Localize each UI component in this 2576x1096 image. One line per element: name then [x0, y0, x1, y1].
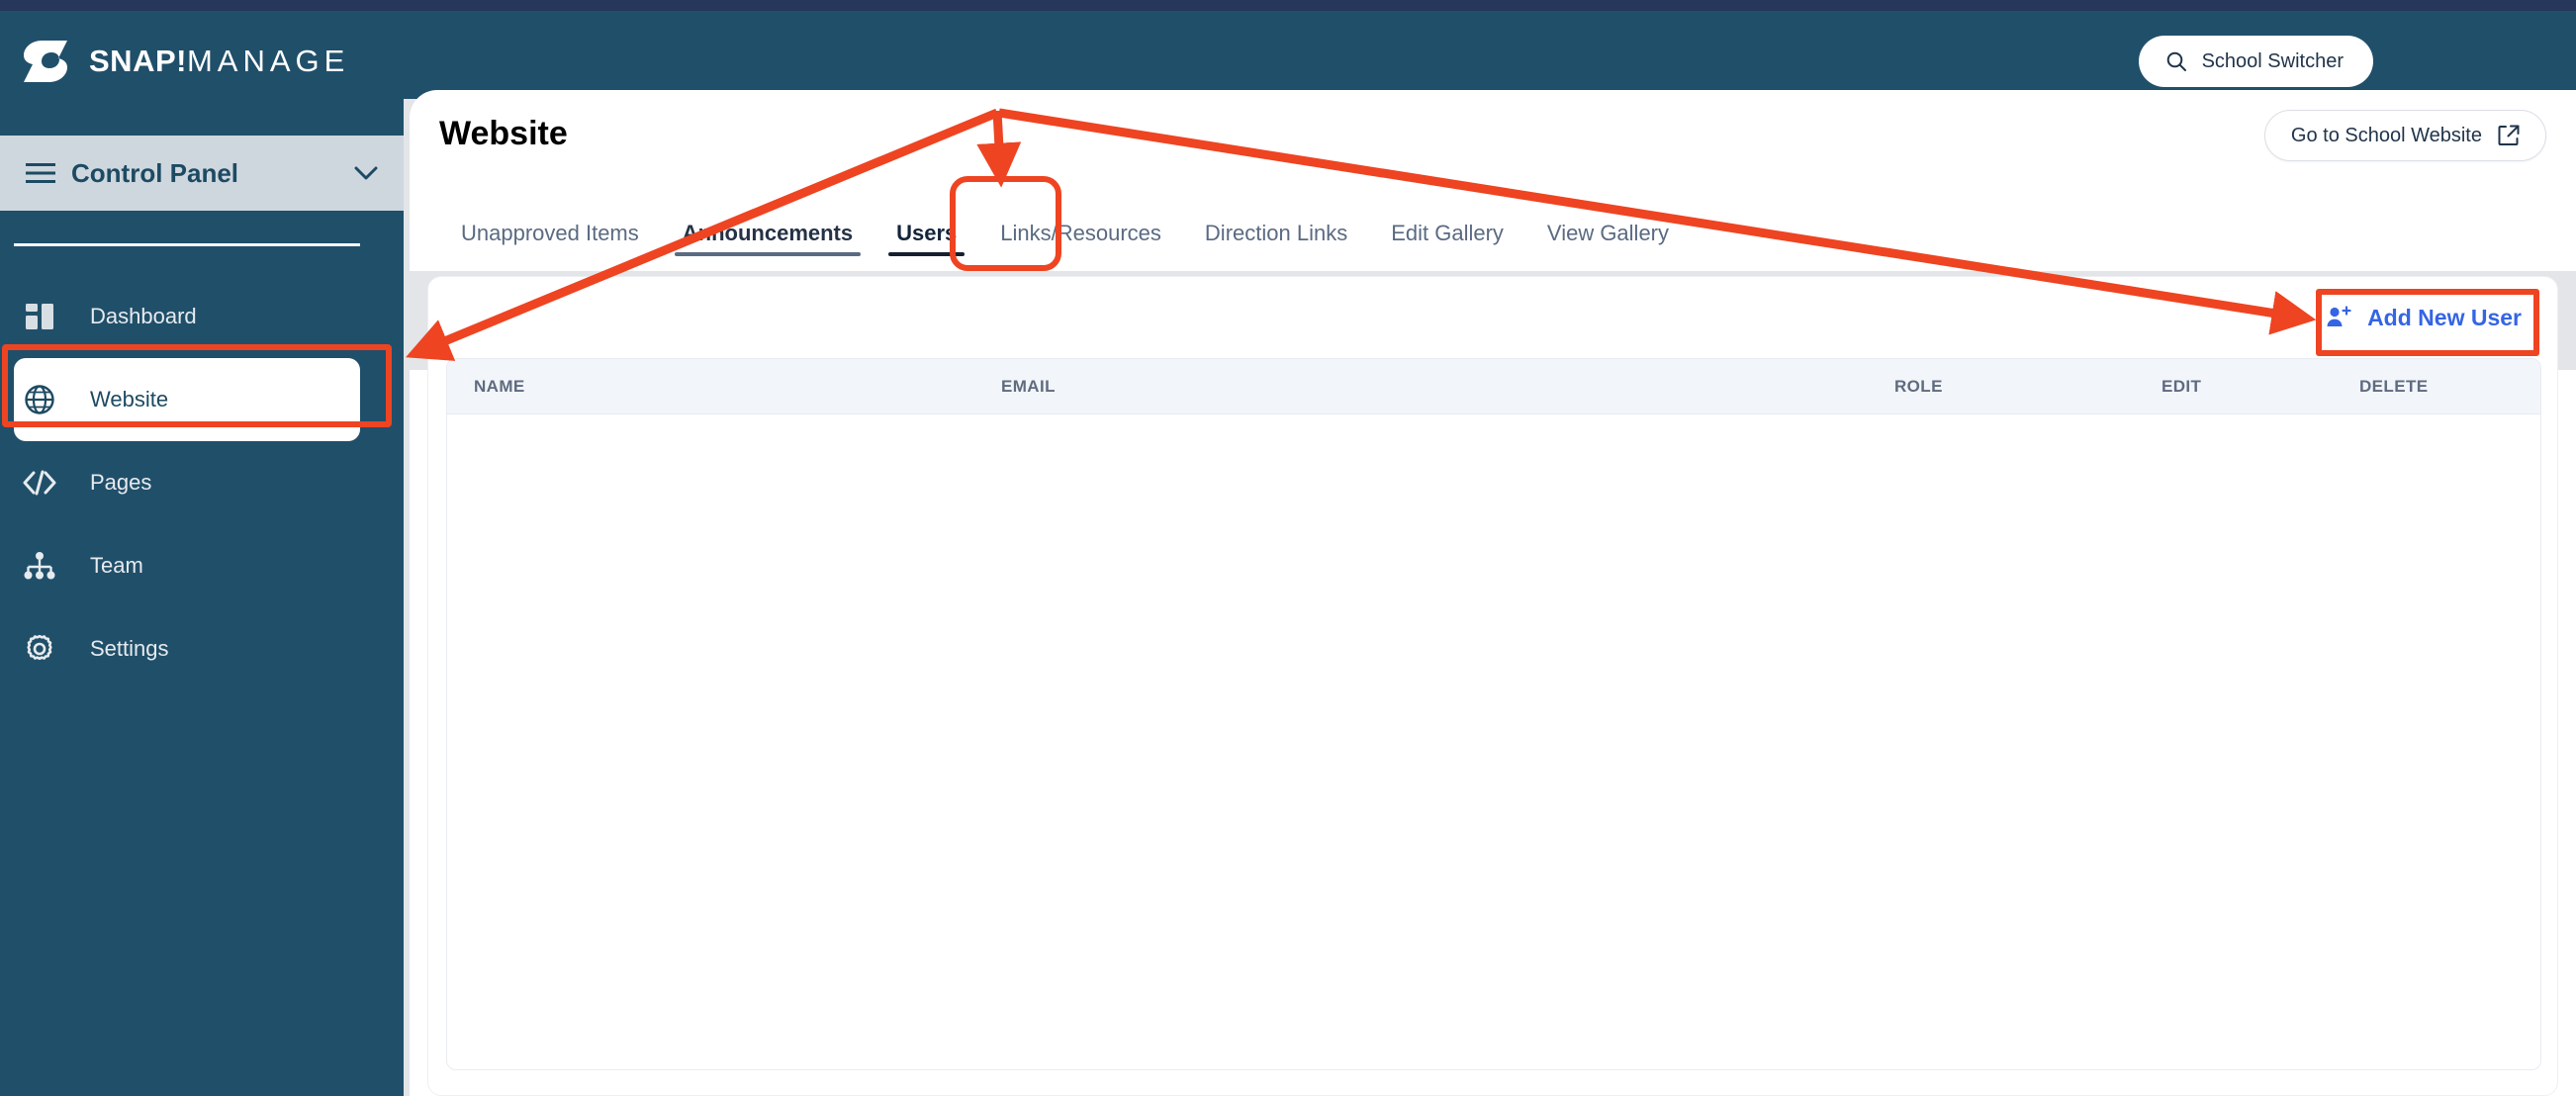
brand-text: SNAP!MANAGE	[89, 44, 349, 79]
external-link-icon	[2498, 125, 2520, 145]
users-panel: Add New User NAME EMAIL ROLE EDIT DELETE	[427, 276, 2558, 1096]
brand-primary: SNAP!	[89, 44, 187, 78]
code-brackets-icon	[21, 464, 58, 502]
tab-users[interactable]: Users	[874, 221, 978, 268]
control-panel-toggle[interactable]: Control Panel	[0, 136, 404, 211]
sidebar-divider	[14, 243, 360, 246]
column-header-role: ROLE	[1894, 376, 1943, 396]
sidebar-item-label: Team	[90, 553, 143, 578]
sidebar-item-settings[interactable]: Settings	[0, 607, 404, 690]
sidebar-item-website[interactable]: Website	[0, 358, 404, 441]
tab-underline	[1197, 252, 1355, 256]
app-root: SNAP!MANAGE School Switcher Control Pane…	[0, 0, 2576, 1096]
tab-unapproved-items[interactable]: Unapproved Items	[439, 221, 661, 268]
control-panel-label: Control Panel	[71, 157, 239, 188]
brand-secondary: MANAGE	[186, 44, 350, 78]
tab-label: Users	[896, 221, 958, 245]
tab-view-gallery[interactable]: View Gallery	[1525, 221, 1691, 268]
global-header: SNAP!MANAGE School Switcher	[0, 11, 2576, 99]
sidebar-item-label: Website	[90, 387, 169, 411]
go-to-school-website-label: Go to School Website	[2290, 124, 2482, 146]
snap-s-logo-icon	[24, 41, 67, 82]
gear-icon	[21, 630, 58, 668]
sidebar-nav: Dashboard Website Pages Team Settings	[0, 275, 404, 690]
tab-underline	[992, 252, 1169, 256]
search-icon	[2166, 51, 2186, 71]
tab-underline	[1383, 252, 1512, 256]
tab-announcements[interactable]: Announcements	[661, 221, 874, 268]
column-header-email: EMAIL	[1001, 376, 1056, 396]
tab-underline	[453, 252, 647, 256]
school-switcher-button[interactable]: School Switcher	[2138, 36, 2373, 87]
dashboard-layout-icon	[21, 298, 58, 335]
main-content-card: Website Go to School Website Unapproved …	[410, 90, 2576, 1096]
column-header-name: NAME	[474, 376, 525, 396]
top-accent-strip	[0, 0, 2576, 11]
users-table-body	[447, 414, 2540, 1069]
hamburger-icon	[26, 163, 55, 183]
brand: SNAP!MANAGE	[22, 39, 349, 84]
add-new-user-label: Add New User	[2367, 304, 2522, 330]
users-panel-toolbar: Add New User	[428, 277, 2557, 358]
tab-links-resources[interactable]: Links/Resources	[978, 221, 1183, 268]
sidebar-item-team[interactable]: Team	[0, 524, 404, 607]
users-table: NAME EMAIL ROLE EDIT DELETE	[446, 358, 2541, 1070]
column-header-edit: EDIT	[2162, 376, 2202, 396]
add-new-user-button[interactable]: Add New User	[2316, 299, 2531, 337]
users-table-header-row: NAME EMAIL ROLE EDIT DELETE	[447, 359, 2540, 414]
school-switcher-label: School Switcher	[2201, 49, 2344, 72]
tab-label: Links/Resources	[1000, 221, 1161, 245]
tab-label: View Gallery	[1546, 221, 1670, 245]
chevron-down-icon	[354, 166, 378, 180]
tab-underline	[674, 252, 862, 256]
sidebar-item-pages[interactable]: Pages	[0, 441, 404, 524]
sidebar-item-dashboard[interactable]: Dashboard	[0, 275, 404, 358]
user-plus-icon	[2327, 306, 2351, 326]
tab-edit-gallery[interactable]: Edit Gallery	[1369, 221, 1525, 268]
go-to-school-website-button[interactable]: Go to School Website	[2263, 110, 2546, 161]
website-tabs: Unapproved Items Announcements Users Lin…	[439, 201, 1691, 268]
column-header-delete: DELETE	[2359, 376, 2429, 396]
sidebar-item-label: Dashboard	[90, 304, 197, 328]
sidebar-item-label: Pages	[90, 470, 152, 495]
tab-direction-links[interactable]: Direction Links	[1183, 221, 1369, 268]
globe-icon	[21, 381, 58, 418]
page-title: Website	[439, 115, 568, 152]
org-chart-icon	[21, 547, 58, 585]
tab-label: Unapproved Items	[461, 221, 639, 245]
tab-label: Announcements	[682, 221, 854, 245]
tab-label: Edit Gallery	[1391, 221, 1504, 245]
tab-underline	[888, 252, 966, 256]
tab-label: Direction Links	[1204, 221, 1348, 245]
sidebar-item-label: Settings	[90, 636, 169, 661]
tab-underline	[1539, 252, 1677, 256]
